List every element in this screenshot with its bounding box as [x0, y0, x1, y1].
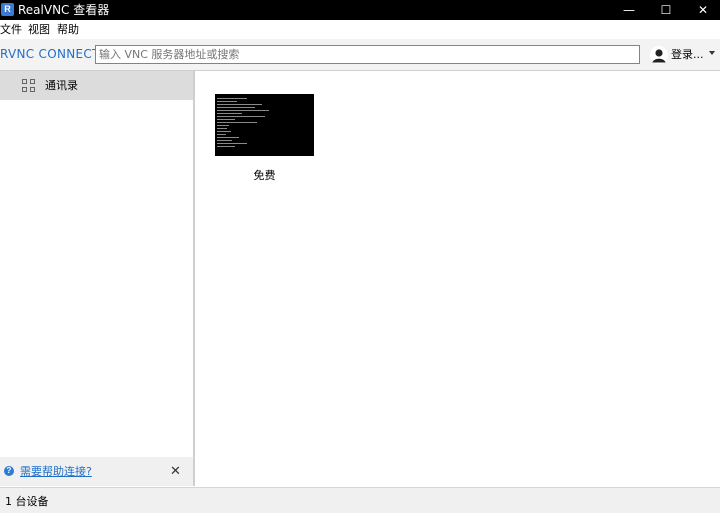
- search-box[interactable]: [95, 45, 640, 64]
- close-icon[interactable]: ✕: [170, 457, 181, 486]
- user-avatar-icon: [650, 46, 668, 64]
- sidebar-item-label: 通讯录: [45, 79, 78, 92]
- menu-file[interactable]: 文件: [0, 20, 22, 39]
- device-label[interactable]: 免费: [215, 167, 314, 183]
- close-window-button[interactable]: ✕: [680, 0, 720, 20]
- device-content-area: 免费: [195, 71, 720, 486]
- toolbar: RVNC CONNECT 登录...: [0, 39, 720, 71]
- help-connect-link[interactable]: 需要帮助连接?: [20, 457, 92, 486]
- sidebar: 通讯录 ? 需要帮助连接? ✕: [0, 71, 195, 486]
- search-input[interactable]: [99, 46, 619, 63]
- window-title: RealVNC 查看器: [18, 3, 110, 17]
- menu-help[interactable]: 帮助: [57, 20, 79, 39]
- chevron-down-icon[interactable]: [709, 51, 715, 55]
- status-bar: 1 台设备: [0, 487, 720, 513]
- login-label: 登录...: [671, 48, 704, 61]
- sidebar-item-address-book[interactable]: 通讯录: [0, 71, 193, 100]
- help-icon: ?: [4, 466, 14, 476]
- help-bar: ? 需要帮助连接? ✕: [0, 457, 193, 486]
- realvnc-app-icon: R: [1, 3, 14, 16]
- grid-icon: [22, 79, 36, 93]
- device-thumbnail[interactable]: [215, 94, 314, 156]
- vnc-connect-logo: RVNC CONNECT: [0, 47, 100, 61]
- menu-view[interactable]: 视图: [28, 20, 50, 39]
- title-bar: R RealVNC 查看器 — ☐ ✕: [0, 0, 720, 20]
- menu-bar: 文件 视图 帮助: [0, 20, 720, 39]
